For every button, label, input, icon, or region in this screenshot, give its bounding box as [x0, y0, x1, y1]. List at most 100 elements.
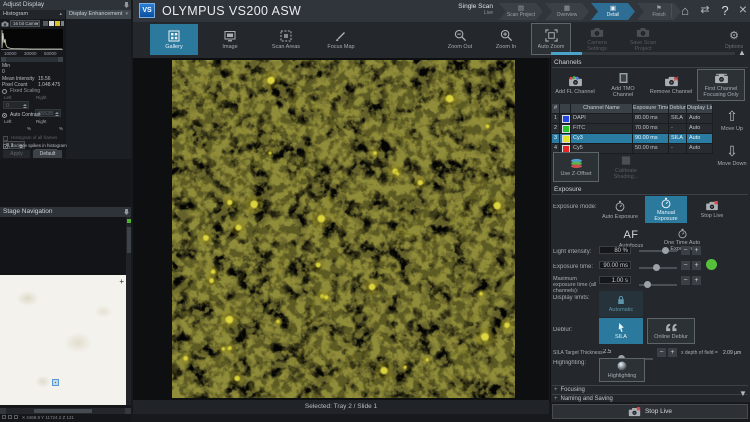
scan-areas-button[interactable]: Scan Areas — [263, 24, 309, 55]
fixed-scaling-radio[interactable] — [2, 89, 7, 94]
remove-channel-button[interactable]: Remove Channel — [649, 70, 693, 100]
stage-vertical-scrollbar[interactable] — [126, 217, 131, 405]
channel-exposure[interactable]: 70.00 ms — [633, 124, 669, 134]
spinner-arrows-icon[interactable] — [23, 103, 27, 109]
channels-section-header[interactable]: Channels — [552, 58, 748, 68]
live-fluorescence-image[interactable] — [172, 60, 515, 398]
scroll-down-button[interactable]: ▼ — [739, 389, 747, 398]
channel-color-swatch[interactable] — [562, 135, 570, 143]
channel-color-swatch[interactable] — [562, 125, 570, 133]
channel-name[interactable]: FITC — [571, 124, 633, 134]
channel-name[interactable]: Cy3 — [571, 134, 633, 144]
auto-contrast-radio[interactable] — [2, 113, 7, 118]
histogram-section-header[interactable]: Histogram ▴ — [0, 10, 65, 19]
adjust-display-titlebar[interactable]: Adjust Display — [0, 0, 131, 10]
workflow-step-detail[interactable]: ▣ Detail — [591, 3, 635, 20]
col-header-color[interactable] — [560, 104, 571, 114]
naming-saving-section-toggle[interactable]: +Naming and Saving — [552, 394, 748, 403]
channel-display-limits[interactable]: Auto — [687, 134, 713, 144]
slide-overview-image[interactable]: + — [0, 275, 126, 405]
light-intensity-minus-button[interactable]: − — [681, 246, 690, 255]
help-button[interactable]: ? — [717, 2, 733, 19]
light-intensity-slider[interactable] — [639, 250, 677, 252]
max-exposure-plus-button[interactable]: + — [692, 276, 701, 285]
add-fl-channel-button[interactable]: Add FL Channel — [553, 70, 597, 100]
channel-display-limits[interactable]: Auto — [687, 124, 713, 134]
max-exposure-value[interactable]: 1.00 s — [599, 276, 631, 284]
col-header-deblur[interactable]: Deblur — [669, 104, 687, 114]
calibrate-shading-button[interactable]: Calibrate Shading... — [603, 152, 649, 182]
focus-map-button[interactable]: Focus Map — [319, 24, 363, 55]
light-intensity-value[interactable]: 80 % — [599, 246, 631, 254]
channel-exposure[interactable]: 90.00 ms — [633, 134, 669, 144]
scrollbar-thumb[interactable] — [127, 227, 131, 253]
channel-color-cell[interactable] — [560, 114, 571, 124]
channel-color-cell[interactable] — [560, 124, 571, 134]
channel-deblur[interactable]: SILA — [669, 114, 687, 124]
channel-deblur[interactable]: SILA — [669, 134, 687, 144]
scroll-right-arrow-icon[interactable] — [58, 57, 63, 62]
max-exposure-slider[interactable] — [639, 284, 677, 286]
channel-deblur[interactable]: - — [669, 144, 687, 154]
col-header-name[interactable]: Channel Name — [571, 104, 633, 114]
gray-display-icon[interactable] — [61, 21, 64, 26]
close-button[interactable]: × — [735, 1, 750, 18]
channel-deblur[interactable]: - — [669, 124, 687, 134]
light-intensity-plus-button[interactable]: + — [692, 246, 701, 255]
scroll-left-arrow-icon[interactable] — [1, 57, 6, 62]
channel-exposure[interactable]: 80.00 ms — [633, 114, 669, 124]
display-limits-automatic-button[interactable]: Automatic — [599, 291, 643, 317]
status-tool-icon[interactable] — [8, 415, 12, 419]
stage-navigation-body[interactable]: + — [0, 217, 126, 405]
scrollbar-thumb[interactable] — [34, 409, 92, 413]
white-display-icon[interactable] — [49, 21, 54, 26]
display-enhancement-header[interactable]: Display Enhancement ▾ — [66, 10, 131, 19]
auto-zoom-button[interactable]: Auto Zoom — [531, 23, 571, 55]
workflow-step-overview[interactable]: ▦ Overview — [545, 3, 589, 20]
col-header-display[interactable]: Display Limits — [687, 104, 713, 114]
image-viewer-canvas[interactable] — [133, 58, 549, 400]
fixed-left-spinner[interactable]: 0 — [3, 101, 29, 109]
add-tmo-channel-button[interactable]: Add TMO Channel — [601, 70, 645, 100]
yellow-display-icon[interactable] — [55, 21, 60, 26]
first-channel-focusing-button[interactable]: First Channel Focusing Only — [697, 69, 745, 101]
all-frames-checkbox[interactable] — [3, 136, 8, 141]
channel-color-cell[interactable] — [560, 134, 571, 144]
camera-select[interactable]: 16 bit Camera ▾ — [10, 20, 40, 27]
exposure-time-value[interactable]: 90.00 ms — [599, 261, 631, 269]
online-deblur-button[interactable]: Online Deblur — [647, 318, 695, 344]
spinner-arrows-icon[interactable] — [55, 111, 59, 117]
workflow-step-scan-project[interactable]: ▤ Scan Project — [499, 3, 543, 20]
exposure-time-plus-button[interactable]: + — [692, 261, 701, 270]
sila-deblur-button[interactable]: SILA — [599, 318, 643, 344]
scroll-up-button[interactable]: ▲ — [738, 48, 746, 57]
home-button[interactable]: ⌂ — [677, 2, 693, 19]
save-scan-project-button[interactable]: Save Scan Project — [621, 24, 665, 55]
col-header-exposure[interactable]: Exposure Time — [633, 104, 669, 114]
histogram-range-scrollbar[interactable] — [1, 57, 63, 62]
exclude-spikes-checkbox[interactable]: ✓ — [3, 144, 8, 149]
stage-navigation-titlebar[interactable]: Stage Navigation — [0, 207, 131, 217]
exposure-time-slider[interactable] — [639, 267, 677, 269]
channel-name[interactable]: DAPI — [571, 114, 633, 124]
channel-display-limits[interactable]: Auto — [687, 114, 713, 124]
use-z-offset-button[interactable]: Use Z-Offset — [553, 152, 599, 182]
focusing-section-toggle[interactable]: +Focusing — [552, 385, 748, 394]
default-button[interactable]: Default — [33, 150, 62, 158]
exposure-section-header[interactable]: Exposure — [552, 185, 748, 195]
camera-settings-button[interactable]: Camera Settings — [577, 24, 617, 55]
move-up-button[interactable]: ⇧ Move Up — [715, 104, 749, 136]
workflow-step-finish[interactable]: ⚑ Finish — [637, 3, 681, 20]
histogram-tool-icon[interactable] — [43, 21, 48, 26]
move-down-button[interactable]: ⇩ Move Down — [715, 139, 749, 171]
col-header-index[interactable]: # — [552, 104, 560, 114]
stop-live-mode-button[interactable]: Stop Live — [691, 196, 733, 223]
stage-position-marker[interactable] — [52, 379, 59, 386]
pin-icon[interactable] — [124, 209, 129, 215]
switch-view-button[interactable]: ⇄ — [697, 2, 713, 19]
highlighting-button[interactable]: Highlighting — [599, 358, 645, 382]
stop-live-button[interactable]: Stop Live — [552, 404, 748, 419]
pin-icon[interactable] — [124, 2, 129, 8]
gallery-view-button[interactable]: Gallery — [150, 24, 198, 55]
side-panel-scroll-thumb[interactable] — [551, 52, 582, 55]
